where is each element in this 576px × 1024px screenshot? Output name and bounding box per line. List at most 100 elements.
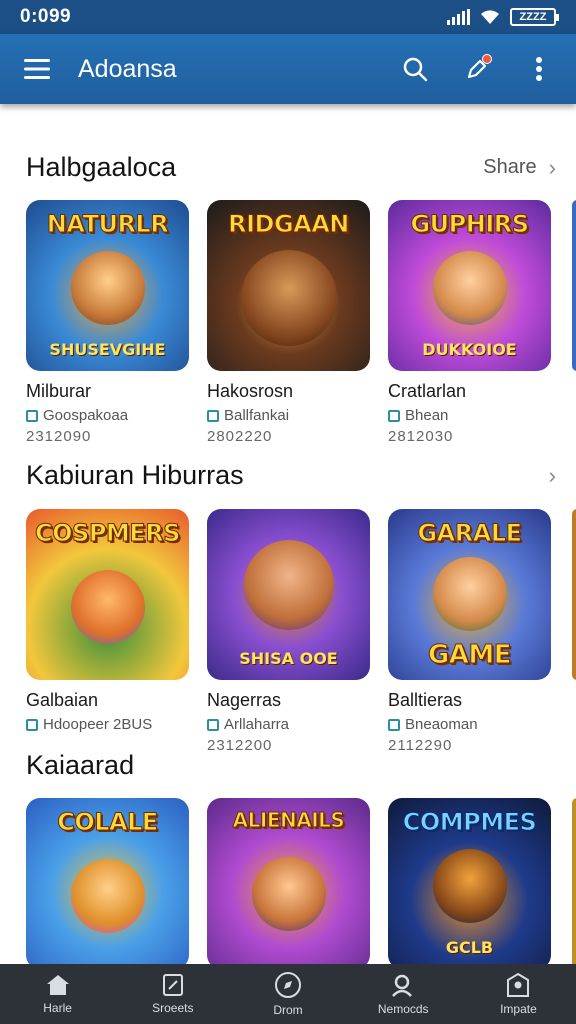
game-thumbnail: GARALE GAME — [388, 509, 551, 680]
section-link[interactable]: › — [537, 463, 556, 489]
status-bar: 0:099 ZZZZ — [0, 0, 576, 34]
game-thumbnail: COSPMERS — [26, 509, 189, 680]
developer-icon — [207, 409, 219, 422]
character-art — [70, 251, 145, 325]
chevron-right-icon: › — [548, 462, 556, 488]
thumbnail-subtitle: GCLB — [445, 938, 494, 957]
tablet-icon — [162, 974, 183, 996]
game-card[interactable]: NATURLR SHUSEVGIHE Milburar Goospakoaa 2… — [26, 200, 189, 445]
thumbnail-title: GARALE — [417, 519, 523, 547]
nav-label: Impate — [500, 1002, 537, 1016]
game-card[interactable]: COSPMERS Galbaian Hdoopeer 2BUS — [26, 509, 189, 754]
card-number: 2312090 — [26, 428, 92, 445]
thumbnail-subtitle: SHUSEVGIHE — [49, 340, 166, 359]
notifications-button[interactable] — [460, 52, 494, 86]
section-link-label: Share — [483, 156, 537, 178]
card-sub-label: Goospakoaa — [43, 407, 129, 424]
thumbnail-subtitle: GAME — [427, 640, 512, 670]
hamburger-icon — [24, 59, 50, 79]
nav-item-impate[interactable]: Impate — [461, 964, 576, 1024]
game-thumbnail: COLALE — [26, 798, 189, 964]
card-title: Galbaian — [26, 690, 99, 710]
section-title: Kaiaarad — [26, 750, 135, 780]
overflow-menu-button[interactable] — [522, 52, 556, 86]
next-card-peek — [572, 798, 576, 964]
signal-icon — [447, 9, 470, 25]
developer-icon — [207, 718, 219, 731]
section-header: Halbgaaloca Share › — [26, 152, 556, 183]
nav-item-home[interactable]: Harle — [0, 964, 115, 1024]
battery-label: ZZZZ — [519, 11, 547, 23]
card-number: 2802220 — [207, 428, 273, 445]
menu-button[interactable] — [20, 52, 54, 86]
game-thumbnail: COMPMES GCLB — [388, 798, 551, 964]
battery-icon: ZZZZ — [510, 8, 559, 26]
section-title: Kabiuran Hiburras — [26, 460, 244, 490]
game-thumbnail: RIDGAAN — [207, 200, 370, 371]
game-card[interactable]: GUPHIRS DUKKOIOE Cratlarlan Bhean 281203… — [388, 200, 551, 445]
wifi-icon — [481, 10, 499, 24]
thumbnail-title: COSPMERS — [35, 519, 181, 547]
search-button[interactable] — [398, 52, 432, 86]
thumbnail-subtitle: DUKKOIOE — [422, 340, 517, 359]
nav-label: Nemocds — [377, 1002, 429, 1016]
chevron-right-icon: › — [548, 154, 556, 180]
thumbnail-title: GUPHIRS — [410, 210, 530, 238]
more-vertical-icon — [536, 57, 542, 81]
game-card[interactable]: COLALE — [26, 798, 189, 964]
thumbnail-title: RIDGAAN — [228, 210, 350, 238]
thumbnail-title: NATURLR — [46, 210, 169, 238]
card-title: Hakosrosn — [207, 381, 294, 401]
section-header: Kaiaarad — [26, 750, 556, 781]
card-title: Milburar — [26, 381, 92, 401]
character-art — [432, 251, 507, 325]
nav-item-sroeets[interactable]: Sroeets — [115, 964, 230, 1024]
thumbnail-title: ALIENAILS — [232, 808, 345, 832]
card-row: NATURLR SHUSEVGIHE Milburar Goospakoaa 2… — [26, 200, 551, 445]
character-art — [70, 858, 145, 933]
character-art — [243, 540, 334, 630]
card-developer: Bhean — [388, 407, 551, 424]
nav-item-drom[interactable]: Drom — [230, 964, 345, 1024]
game-card[interactable]: RIDGAAN Hakosrosn Ballfankai 2802220 — [207, 200, 370, 445]
card-sub-label: Bneaoman — [405, 716, 478, 733]
nav-label: Sroeets — [152, 1001, 194, 1015]
developer-icon — [388, 718, 400, 731]
app-title: Adoansa — [78, 54, 177, 83]
card-number: 2812030 — [388, 428, 454, 445]
game-thumbnail: NATURLR SHUSEVGIHE — [26, 200, 189, 371]
game-thumbnail: GUPHIRS DUKKOIOE — [388, 200, 551, 371]
card-sub-label: Arllaharra — [224, 716, 290, 733]
card-title: Nagerras — [207, 690, 282, 710]
nav-label: Harle — [43, 1001, 72, 1015]
nav-label: Drom — [273, 1003, 303, 1017]
game-card[interactable]: SHISA OOE Nagerras Arllaharra 2312200 — [207, 509, 370, 754]
character-art — [240, 249, 337, 346]
nav-item-nemocds[interactable]: Nemocds — [346, 964, 461, 1024]
card-developer: Hdoopeer 2BUS — [26, 716, 189, 733]
card-title: Balltieras — [388, 690, 463, 710]
character-art — [251, 856, 326, 931]
next-card-peek — [572, 509, 576, 680]
card-row: COSPMERS Galbaian Hdoopeer 2BUS SHISA OO… — [26, 509, 551, 754]
card-sub-label: Ballfankai — [224, 407, 290, 424]
content-scroll[interactable]: Halbgaaloca Share › NATURLR SHUSEVGIHE M… — [0, 104, 576, 964]
developer-icon — [26, 718, 38, 731]
game-card[interactable]: GARALE GAME Balltieras Bneaoman 2112290 — [388, 509, 551, 754]
search-icon — [403, 57, 428, 82]
profile-icon — [507, 972, 530, 997]
card-developer: Bneaoman — [388, 716, 551, 733]
developer-icon — [26, 409, 38, 422]
notification-badge — [482, 54, 492, 64]
thumbnail-subtitle: SHISA OOE — [239, 649, 338, 668]
section-link[interactable]: Share › — [483, 155, 556, 181]
compass-icon — [275, 972, 301, 998]
app-bar: Adoansa — [0, 34, 576, 104]
game-card[interactable]: ALIENAILS — [207, 798, 370, 964]
game-thumbnail: SHISA OOE — [207, 509, 370, 680]
card-developer: Arllaharra — [207, 716, 370, 733]
card-developer: Goospakoaa — [26, 407, 189, 424]
character-art — [432, 849, 507, 923]
game-card[interactable]: COMPMES GCLB — [388, 798, 551, 964]
bottom-navigation: Harle Sroeets Drom Nemocds Impate — [0, 964, 576, 1024]
